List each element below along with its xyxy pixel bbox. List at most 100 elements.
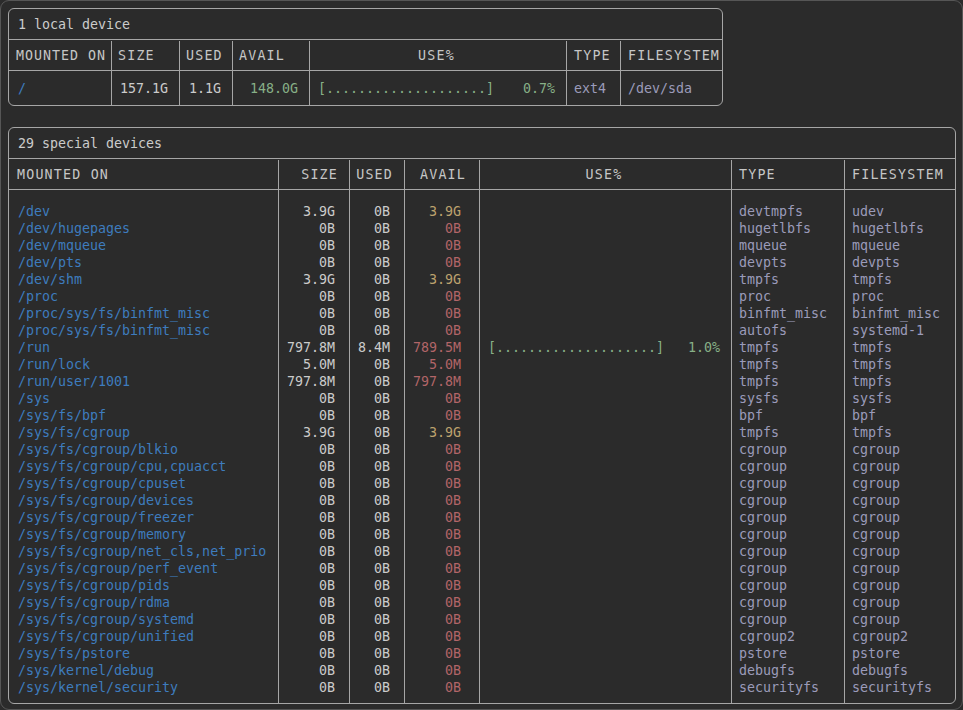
table-header-row: MOUNTED ONSIZEUSEDAVAILUSE%TYPEFILESYSTE… (9, 40, 722, 71)
cell-type: cgroup (730, 458, 843, 475)
cell-size: 0B (277, 288, 348, 305)
cell-filesystem: devpts (843, 254, 955, 271)
table-row: /sys/fs/pstore0B0B0Bpstorepstore (9, 645, 955, 662)
cell-used: 0B (348, 237, 403, 254)
cell-use-percent: [....................]1.0% (478, 339, 730, 356)
cell-used: 0B (348, 322, 403, 339)
table-row: /sys/fs/cgroup/memory0B0B0Bcgroupcgroup (9, 526, 955, 543)
cell-avail: 3.9G (403, 424, 478, 441)
column-header-size: SIZE (110, 40, 178, 71)
cell-used: 8.4M (348, 339, 403, 356)
cell-use-percent (478, 594, 730, 611)
cell-mounted-on: /sys/fs/cgroup/systemd (9, 611, 277, 628)
table-row: /sys/kernel/debug0B0B0Bdebugfsdebugfs (9, 662, 955, 679)
cell-size: 797.8M (277, 373, 348, 390)
cell-used: 0B (348, 475, 403, 492)
cell-avail: 0B (403, 288, 478, 305)
cell-mounted-on: /proc/sys/fs/binfmt_misc (9, 305, 277, 322)
cell-type: tmpfs (730, 271, 843, 288)
cell-type: cgroup (730, 611, 843, 628)
table-title-local-devices: 1 local device (9, 9, 722, 40)
column-header-type: TYPE (565, 40, 619, 71)
cell-filesystem: mqueue (843, 237, 955, 254)
cell-filesystem: proc (843, 288, 955, 305)
cell-used: 0B (348, 254, 403, 271)
cell-use-percent (478, 509, 730, 526)
cell-used: 0B (348, 356, 403, 373)
cell-filesystem: cgroup (843, 611, 955, 628)
column-divider (349, 160, 350, 703)
table-row: /dev/pts0B0B0Bdevptsdevpts (9, 254, 955, 271)
cell-avail: 0B (403, 645, 478, 662)
cell-mounted-on: /dev/shm (9, 271, 277, 288)
table-row: /dev/mqueue0B0B0Bmqueuemqueue (9, 237, 955, 254)
cell-filesystem: cgroup (843, 577, 955, 594)
cell-use-percent (478, 543, 730, 560)
cell-avail: 0B (403, 543, 478, 560)
cell-use-percent (478, 322, 730, 339)
cell-avail: 789.5M (403, 339, 478, 356)
cell-use-percent: [....................]0.7% (308, 80, 565, 97)
usage-bar: [....................] (488, 339, 664, 356)
cell-used: 0B (348, 628, 403, 645)
cell-size: 0B (277, 611, 348, 628)
cell-mounted-on: /sys/fs/cgroup/cpu,cpuacct (9, 458, 277, 475)
cell-avail: 0B (403, 254, 478, 271)
column-header-type: TYPE (730, 159, 843, 190)
cell-filesystem: cgroup (843, 475, 955, 492)
cell-size: 0B (277, 390, 348, 407)
cell-avail: 0B (403, 220, 478, 237)
cell-mounted-on: /sys/fs/cgroup/freezer (9, 509, 277, 526)
cell-used: 0B (348, 305, 403, 322)
column-header-filesystem: FILESYSTEM (619, 40, 722, 71)
cell-avail: 0B (403, 458, 478, 475)
cell-filesystem: udev (843, 203, 955, 220)
cell-filesystem: cgroup (843, 458, 955, 475)
cell-use-percent (478, 203, 730, 220)
table-row: /sys/fs/cgroup/net_cls,net_prio0B0B0Bcgr… (9, 543, 955, 560)
cell-use-percent (478, 220, 730, 237)
column-header-filesystem: FILESYSTEM (843, 159, 955, 190)
cell-type: hugetlbfs (730, 220, 843, 237)
column-header-use-: USE% (308, 40, 565, 71)
cell-avail: 0B (403, 407, 478, 424)
cell-use-percent (478, 526, 730, 543)
cell-type: debugfs (730, 662, 843, 679)
cell-type: cgroup (730, 577, 843, 594)
cell-mounted-on: /dev/pts (9, 254, 277, 271)
cell-used: 0B (348, 288, 403, 305)
cell-mounted-on: /sys/fs/cgroup (9, 424, 277, 441)
cell-type: autofs (730, 322, 843, 339)
cell-type: tmpfs (730, 424, 843, 441)
table-body: /dev3.9G0B3.9Gdevtmpfsudev/dev/hugepages… (9, 190, 955, 696)
cell-used: 0B (348, 679, 403, 696)
special-devices-table: 29 special devices MOUNTED ONSIZEUSEDAVA… (8, 127, 956, 704)
cell-filesystem: tmpfs (843, 271, 955, 288)
cell-use-percent (478, 390, 730, 407)
cell-avail: 0B (403, 305, 478, 322)
usage-bar: [....................] (318, 80, 494, 97)
cell-use-percent (478, 560, 730, 577)
cell-size: 0B (277, 322, 348, 339)
cell-used: 0B (348, 645, 403, 662)
cell-mounted-on: /sys/fs/cgroup/net_cls,net_prio (9, 543, 277, 560)
cell-size: 0B (277, 662, 348, 679)
cell-size: 0B (277, 220, 348, 237)
cell-used: 0B (348, 492, 403, 509)
cell-use-percent (478, 628, 730, 645)
cell-type: tmpfs (730, 356, 843, 373)
table-row: /sys/fs/cgroup/cpu,cpuacct0B0B0Bcgroupcg… (9, 458, 955, 475)
cell-avail: 0B (403, 662, 478, 679)
cell-type: bpf (730, 407, 843, 424)
column-header-size: SIZE (277, 159, 348, 190)
cell-size: 0B (277, 254, 348, 271)
table-row: /sys/fs/cgroup/freezer0B0B0Bcgroupcgroup (9, 509, 955, 526)
cell-mounted-on: /dev/mqueue (9, 237, 277, 254)
cell-size: 0B (277, 628, 348, 645)
table-row: /sys0B0B0Bsysfssysfs (9, 390, 955, 407)
column-divider (479, 160, 480, 703)
column-divider (566, 41, 567, 105)
cell-avail: 0B (403, 526, 478, 543)
column-divider (111, 41, 112, 105)
cell-avail: 148.0G (231, 80, 308, 97)
